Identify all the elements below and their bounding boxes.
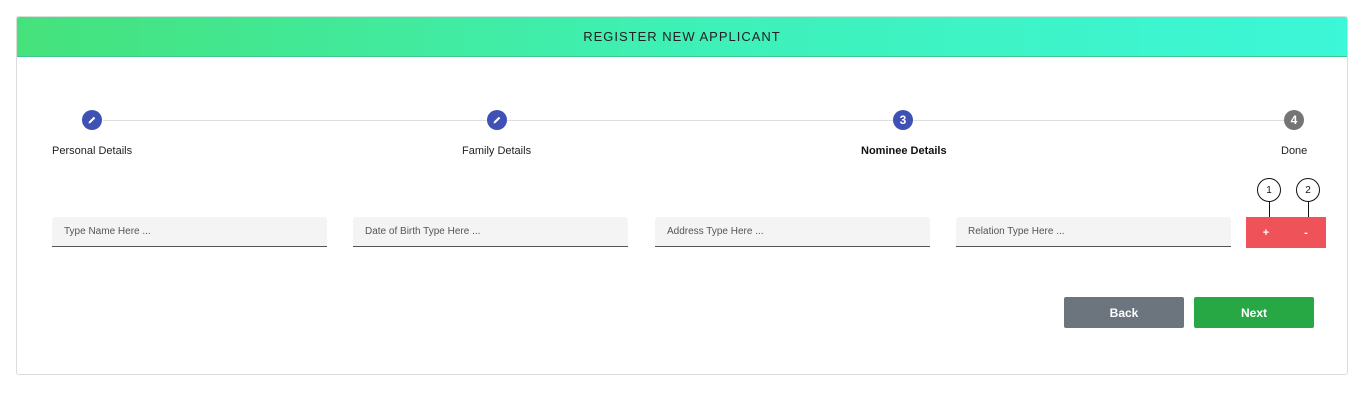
back-button[interactable]: Back	[1064, 297, 1184, 328]
step-3-marker[interactable]: 3	[893, 110, 913, 130]
callout-marker-1: 1	[1257, 178, 1281, 202]
step-connector	[507, 120, 903, 121]
register-card: REGISTER NEW APPLICANT Personal Details …	[16, 16, 1348, 375]
step-1-label: Personal Details	[52, 145, 133, 157]
step-4-marker[interactable]: 4	[1284, 110, 1304, 130]
name-input[interactable]	[52, 217, 327, 246]
step-1-marker[interactable]	[82, 110, 102, 130]
step-connector	[103, 120, 497, 121]
relation-input[interactable]	[956, 217, 1231, 246]
address-field	[655, 217, 930, 247]
edit-icon	[88, 116, 96, 124]
next-button[interactable]: Next	[1194, 297, 1314, 328]
name-field	[52, 217, 327, 247]
step-2-label: Family Details	[462, 145, 532, 157]
remove-nominee-button[interactable]: -	[1286, 217, 1326, 248]
step-4-label: Done	[1281, 145, 1308, 157]
add-nominee-button[interactable]: +	[1246, 217, 1286, 248]
step-connector	[913, 120, 1295, 121]
dob-field	[353, 217, 628, 247]
callout-pointer-2	[1308, 201, 1309, 217]
callout-marker-2: 2	[1296, 178, 1320, 202]
step-3-label: Nominee Details	[861, 145, 947, 157]
edit-icon	[493, 116, 501, 124]
dob-input[interactable]	[353, 217, 628, 246]
stepper: Personal Details Family Details 3 Nomine…	[17, 17, 1347, 177]
step-2-marker[interactable]	[487, 110, 507, 130]
address-input[interactable]	[655, 217, 930, 246]
relation-field	[956, 217, 1231, 247]
callout-pointer-1	[1269, 201, 1270, 217]
